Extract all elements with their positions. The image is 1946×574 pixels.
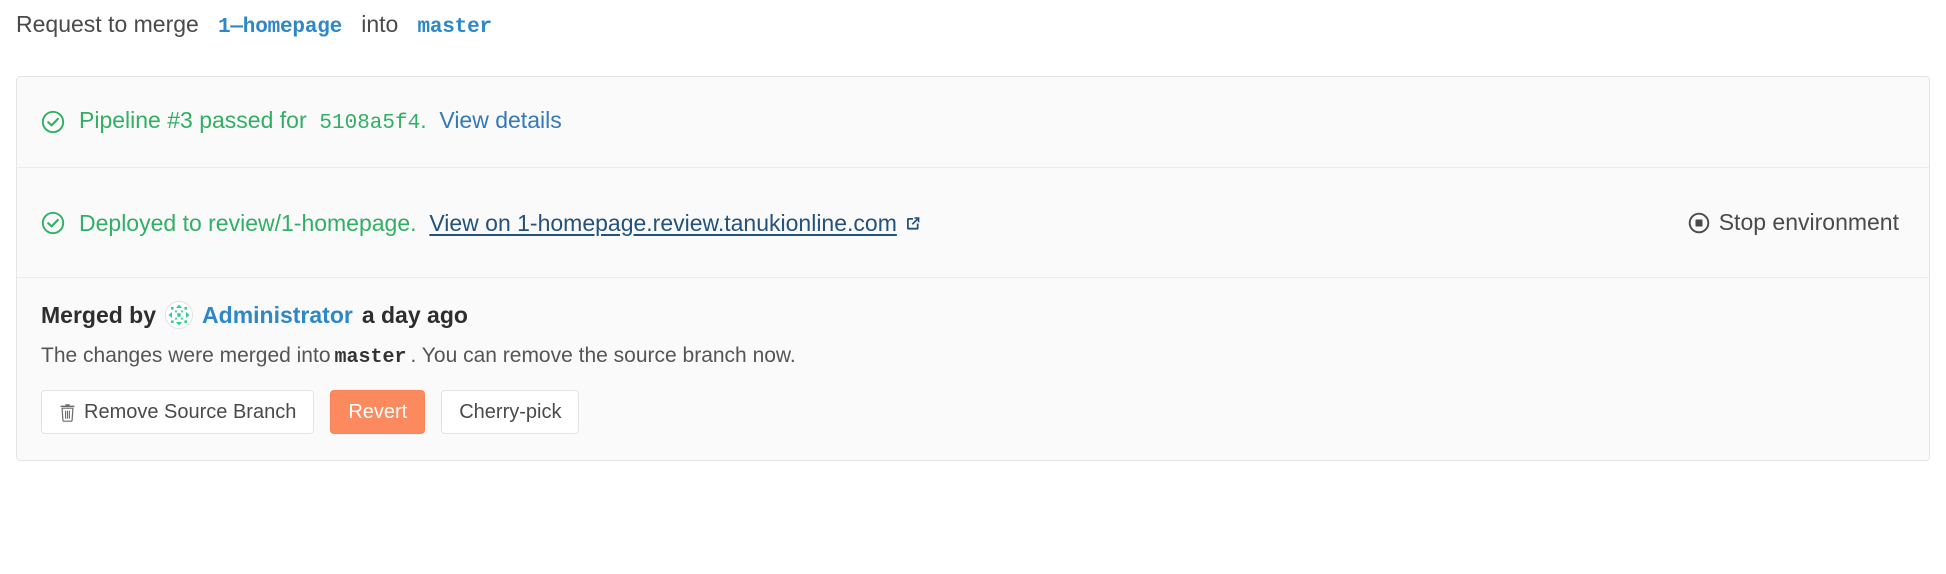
revert-label: Revert	[348, 401, 408, 423]
merged-by-label: Merged by	[41, 302, 157, 328]
merge-author-link[interactable]: Administrator	[202, 300, 353, 330]
stop-circle-icon	[1688, 212, 1710, 234]
pipeline-commit-sha: 5108a5f4	[319, 112, 421, 135]
view-pipeline-details-link[interactable]: View details	[439, 107, 561, 133]
deployment-status-row: Deployed to review/1-homepage. View on 1…	[17, 167, 1929, 277]
identicon-avatar[interactable]	[165, 301, 194, 329]
trash-icon	[59, 403, 76, 422]
merged-actions: Remove Source Branch Revert Cherry-pick	[41, 390, 1905, 434]
deployment-status-label: Deployed to review/1-homepage.	[79, 209, 417, 236]
deployment-status-left: Deployed to review/1-homepage. View on 1…	[41, 209, 1688, 237]
check-circle-icon	[41, 110, 65, 134]
check-circle-icon	[41, 211, 65, 235]
pipeline-period: .	[420, 107, 427, 133]
deployment-status-text: Deployed to review/1-homepage. View on 1…	[79, 209, 923, 237]
stop-environment-button[interactable]: Stop environment	[1688, 209, 1905, 236]
remove-source-branch-label: Remove Source Branch	[84, 401, 297, 423]
merged-description-after: . You can remove the source branch now.	[410, 344, 796, 367]
view-environment-link[interactable]: View on 1-homepage.review.tanukionline.c…	[429, 210, 897, 236]
merged-timestamp: a day ago	[361, 302, 468, 328]
pipeline-status-label: Pipeline #3 passed for	[79, 107, 307, 133]
pipeline-status-text: Pipeline #3 passed for 5108a5f4. View de…	[79, 106, 562, 138]
merged-description-before: The changes were merged into	[41, 344, 331, 367]
stop-environment-label: Stop environment	[1718, 209, 1899, 235]
pipeline-status-row: Pipeline #3 passed for 5108a5f4. View de…	[17, 77, 1929, 167]
merge-request-title: Request to merge 1—homepage into master	[16, 8, 492, 44]
merged-status-row: Merged by Administrator a day ago The ch…	[17, 277, 1929, 460]
target-branch-name[interactable]: master	[417, 16, 492, 39]
source-branch-name[interactable]: 1—homepage	[218, 16, 342, 39]
merge-request-widget: Pipeline #3 passed for 5108a5f4. View de…	[16, 76, 1930, 461]
merged-description: The changes were merged into master. You …	[41, 342, 1905, 372]
cherry-pick-label: Cherry-pick	[459, 401, 562, 423]
merge-request-title-prefix: Request to merge	[16, 11, 199, 37]
merged-target-branch: master	[334, 346, 407, 369]
revert-button[interactable]: Revert	[330, 390, 426, 434]
merge-request-widget-page: Request to merge 1—homepage into master …	[0, 0, 1946, 574]
cherry-pick-button[interactable]: Cherry-pick	[441, 390, 580, 434]
external-link-icon	[903, 211, 923, 231]
merged-by-line: Merged by Administrator a day ago	[41, 300, 1905, 330]
remove-source-branch-button[interactable]: Remove Source Branch	[41, 390, 315, 434]
merge-request-title-middle: into	[361, 11, 399, 37]
